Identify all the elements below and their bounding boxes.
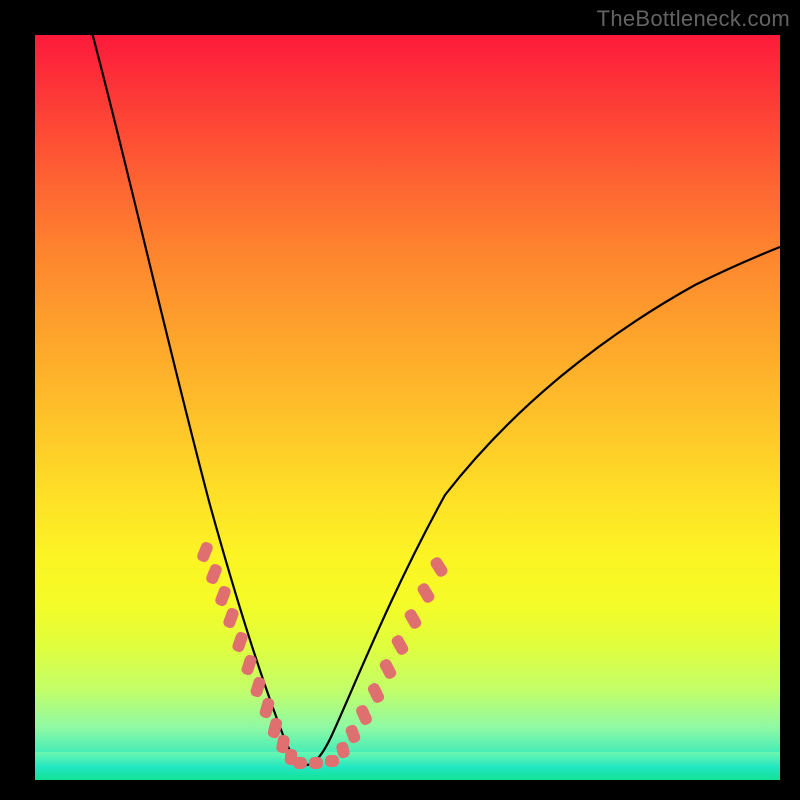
plot-area <box>35 35 780 780</box>
outer-frame: TheBottleneck.com <box>0 0 800 800</box>
marker-group <box>196 540 450 769</box>
bottleneck-curve-path <box>90 35 780 765</box>
watermark-text: TheBottleneck.com <box>597 6 790 32</box>
chart-svg <box>35 35 780 780</box>
